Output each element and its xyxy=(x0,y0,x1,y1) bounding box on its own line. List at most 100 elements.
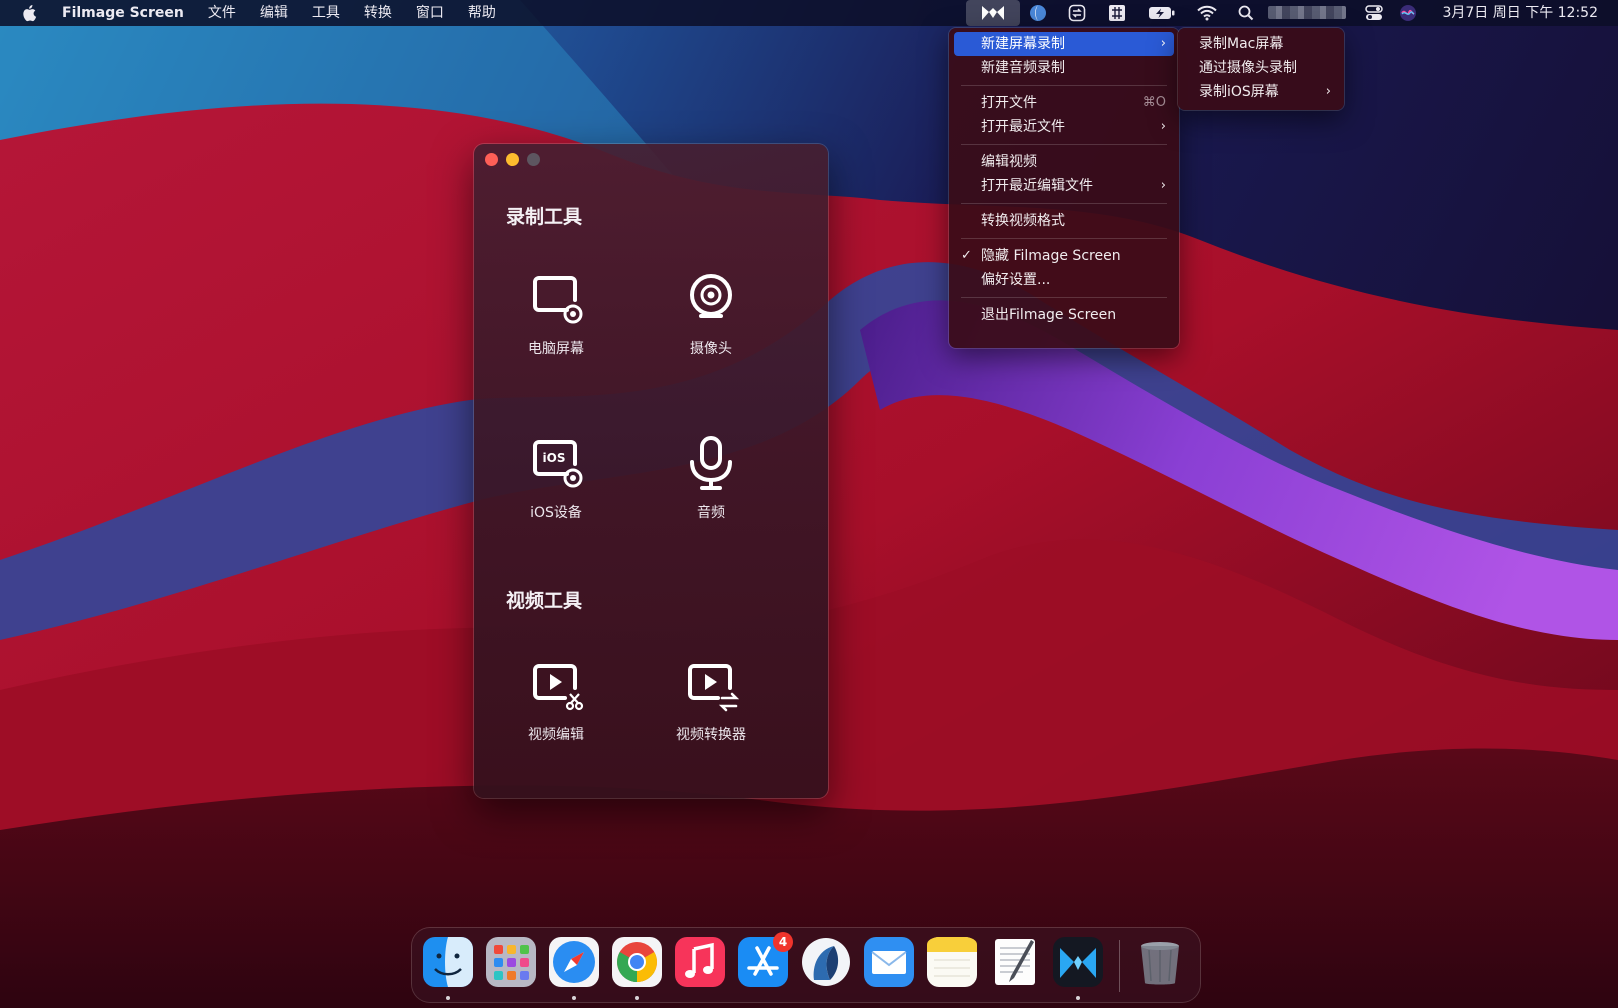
file-menu[interactable]: 文件 xyxy=(196,0,248,26)
menu-item-open-recent-edits[interactable]: 打开最近编辑文件 › xyxy=(954,174,1174,198)
filmage-status-item[interactable] xyxy=(966,0,1020,26)
menu-bar: Filmage Screen 文件 编辑 工具 转换 窗口 帮助 3月7日 周日… xyxy=(0,0,1618,26)
siri-status-item[interactable] xyxy=(1396,0,1420,26)
spotlight-status-item[interactable] xyxy=(1235,0,1257,26)
menu-separator xyxy=(961,203,1167,204)
wifi-icon xyxy=(1197,5,1217,21)
running-indicator xyxy=(572,996,576,1000)
window-close-button[interactable] xyxy=(485,153,498,166)
window-menu[interactable]: 窗口 xyxy=(404,0,456,26)
app-name-menu[interactable]: Filmage Screen xyxy=(62,0,196,26)
dock-item-notes[interactable] xyxy=(926,936,978,988)
chevron-right-icon: › xyxy=(1160,178,1166,193)
vpn-status-item[interactable] xyxy=(1026,0,1050,26)
dock-item-chrome[interactable] xyxy=(611,936,663,988)
apple-logo-icon[interactable] xyxy=(22,4,38,22)
dock-item-filmage-screen[interactable] xyxy=(1052,936,1104,988)
menu-item-label: 录制Mac屏幕 xyxy=(1199,36,1284,52)
window-zoom-button xyxy=(527,153,540,166)
blurred-username xyxy=(1268,6,1346,19)
tool-webcam[interactable]: 摄像头 xyxy=(636,270,786,358)
menu-item-new-audio-recording[interactable]: 新建音频录制 xyxy=(954,56,1174,80)
status-item-dropdown-menu: 新建屏幕录制 › 新建音频录制 打开文件 ⌘O 打开最近文件 › 编辑视频 打开… xyxy=(949,28,1179,348)
window-minimize-button[interactable] xyxy=(506,153,519,166)
dock-item-trash[interactable] xyxy=(1134,936,1186,988)
tool-label-video-convert: 视频转换器 xyxy=(676,727,746,743)
help-menu[interactable]: 帮助 xyxy=(456,0,508,26)
tool-ios-device[interactable]: iOS iOS设备 xyxy=(481,434,631,522)
recording-tools-title: 录制工具 xyxy=(506,206,583,228)
filmage-main-window: 录制工具 电脑屏幕 摄像头 iOS iOS设备 音频 视频工具 视频编辑 视频转… xyxy=(474,144,828,798)
control-center-icon xyxy=(1365,5,1383,20)
tools-menu[interactable]: 工具 xyxy=(300,0,352,26)
checkmark-icon: ✓ xyxy=(961,248,972,263)
video-tools-title: 视频工具 xyxy=(506,590,583,612)
video-convert-icon xyxy=(688,664,740,712)
menu-item-label: 隐藏 Filmage Screen xyxy=(981,248,1121,264)
input-method-status-item[interactable] xyxy=(1105,0,1129,26)
mail-icon xyxy=(864,937,914,987)
convert-menu[interactable]: 转换 xyxy=(352,0,404,26)
menu-item-edit-video[interactable]: 编辑视频 xyxy=(954,150,1174,174)
menu-item-open-recent[interactable]: 打开最近文件 › xyxy=(954,115,1174,139)
dock-item-dictionary-app[interactable] xyxy=(800,936,852,988)
menubar-clock[interactable]: 3月7日 周日 下午 12:52 xyxy=(1442,0,1598,26)
menu-item-label: 打开最近编辑文件 xyxy=(981,178,1093,194)
tool-computer-screen[interactable]: 电脑屏幕 xyxy=(481,270,631,358)
ios-icon-text: iOS xyxy=(543,451,566,465)
menu-item-new-screen-recording[interactable]: 新建屏幕录制 › xyxy=(954,32,1174,56)
webcam-icon xyxy=(690,274,732,318)
menu-item-label: 通过摄像头录制 xyxy=(1199,60,1297,76)
launchpad-icon xyxy=(486,937,536,987)
dock-item-launchpad[interactable] xyxy=(485,936,537,988)
battery-status-item[interactable] xyxy=(1146,0,1178,26)
sync-status-item[interactable] xyxy=(1065,0,1089,26)
wifi-status-item[interactable] xyxy=(1194,0,1220,26)
dock-item-finder[interactable] xyxy=(422,936,474,988)
tool-label-video-edit: 视频编辑 xyxy=(528,727,584,743)
tool-label-computer-screen: 电脑屏幕 xyxy=(528,341,584,357)
menu-item-label: 新建屏幕录制 xyxy=(981,36,1065,52)
screen-recording-submenu: 录制Mac屏幕 通过摄像头录制 录制iOS屏幕 › xyxy=(1178,28,1344,110)
chevron-right-icon: › xyxy=(1325,84,1331,99)
finder-icon xyxy=(423,937,473,987)
menu-item-hide-filmage[interactable]: ✓ 隐藏 Filmage Screen xyxy=(954,244,1174,268)
chrome-icon xyxy=(612,937,662,987)
menu-separator xyxy=(961,297,1167,298)
dock-item-app-store[interactable]: 4 xyxy=(737,932,793,988)
dictionary-app-icon xyxy=(802,938,850,986)
menu-item-convert-video-format[interactable]: 转换视频格式 xyxy=(954,209,1174,233)
menu-item-quit[interactable]: 退出Filmage Screen xyxy=(954,303,1174,327)
menu-separator xyxy=(961,85,1167,86)
tool-video-convert[interactable]: 视频转换器 xyxy=(636,656,786,744)
dock-item-textedit[interactable] xyxy=(989,936,1041,988)
tool-video-edit[interactable]: 视频编辑 xyxy=(481,656,631,744)
dock-item-music[interactable] xyxy=(674,936,726,988)
running-indicator xyxy=(446,996,450,1000)
dock-item-safari[interactable] xyxy=(548,936,600,988)
chevron-right-icon: › xyxy=(1160,119,1166,134)
textedit-icon xyxy=(995,939,1035,985)
screen-record-icon xyxy=(533,276,583,324)
menu-item-label: 转换视频格式 xyxy=(981,213,1065,229)
submenu-item-record-mac-screen[interactable]: 录制Mac屏幕 xyxy=(1183,32,1339,56)
submenu-item-record-ios-screen[interactable]: 录制iOS屏幕 › xyxy=(1183,80,1339,104)
running-indicator xyxy=(635,996,639,1000)
menu-separator xyxy=(961,144,1167,145)
menu-item-label: 退出Filmage Screen xyxy=(981,307,1117,323)
safari-icon xyxy=(549,937,599,987)
input-method-icon xyxy=(1109,5,1125,21)
tool-label-ios-device: iOS设备 xyxy=(530,505,582,521)
menu-item-label: 偏好设置... xyxy=(981,272,1051,288)
menu-item-preferences[interactable]: 偏好设置... xyxy=(954,268,1174,292)
filmage-logo-icon xyxy=(982,6,1004,20)
menu-item-open-file[interactable]: 打开文件 ⌘O xyxy=(954,91,1174,115)
dock-item-mail[interactable] xyxy=(863,936,915,988)
submenu-item-record-webcam[interactable]: 通过摄像头录制 xyxy=(1183,56,1339,80)
menu-item-shortcut: ⌘O xyxy=(1142,95,1166,110)
edit-menu[interactable]: 编辑 xyxy=(248,0,300,26)
menu-item-label: 新建音频录制 xyxy=(981,60,1065,76)
menu-item-label: 录制iOS屏幕 xyxy=(1199,84,1279,100)
control-center-status-item[interactable] xyxy=(1362,0,1386,26)
tool-audio[interactable]: 音频 xyxy=(636,434,786,522)
